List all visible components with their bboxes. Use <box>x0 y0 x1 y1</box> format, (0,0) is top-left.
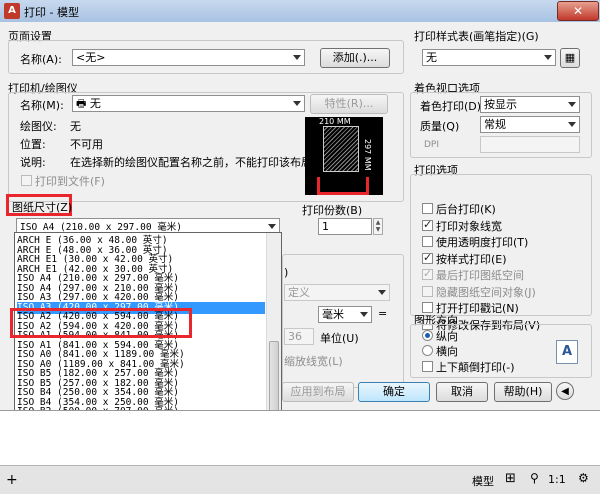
settings-icon[interactable]: ⚙ <box>578 471 589 485</box>
chevron-down-icon <box>544 55 552 60</box>
apply-to-layout-button[interactable]: 应用到布局 <box>282 382 354 402</box>
description-label: 说明: <box>20 156 46 169</box>
chevron-down-icon <box>268 224 276 229</box>
quality-value: 常规 <box>484 118 506 131</box>
scale-unit-label: 单位(U) <box>320 332 359 345</box>
shade-plot-value: 按显示 <box>484 98 517 111</box>
chevron-down-icon <box>568 102 576 107</box>
scale-equals: = <box>378 307 388 320</box>
style-table-title: 打印样式表(画笔指定)(G) <box>414 30 539 43</box>
landscape-radio[interactable] <box>422 345 433 356</box>
plot-option-checkbox[interactable] <box>422 251 433 264</box>
annotation-scale-icon[interactable]: ⚲ <box>530 471 539 485</box>
plot-option-checkbox[interactable] <box>422 218 433 231</box>
title-bar: A 打印 - 模型 ✕ <box>0 0 600 23</box>
portrait-radio[interactable] <box>422 330 433 341</box>
location-value: 不可用 <box>70 138 103 151</box>
printer-name-label: 名称(M): <box>20 99 64 112</box>
plus-icon[interactable]: + <box>6 472 18 488</box>
upside-down-label: 上下颠倒打印(-) <box>436 361 515 374</box>
plot-option-checkbox[interactable] <box>422 267 433 280</box>
plot-option-label: 后台打印(K) <box>436 203 496 216</box>
shade-plot-select[interactable]: 按显示 <box>480 96 580 113</box>
chevron-down-icon <box>378 290 386 295</box>
paper-size-label: 图纸尺寸(Z) <box>12 201 73 214</box>
grid-icon[interactable]: ⊞ <box>505 471 516 486</box>
plot-option-checkbox[interactable] <box>422 203 433 214</box>
copies-spinner[interactable]: ▲ ▼ <box>373 218 383 235</box>
scale-select[interactable]: 定义 <box>284 284 390 301</box>
chevron-down-icon <box>568 122 576 127</box>
plot-option-label: 打印对象线宽 <box>436 219 502 233</box>
edit-table-icon: ▦ <box>564 51 576 64</box>
printer-properties-button[interactable]: 特性(R)... <box>310 94 388 114</box>
plot-option-label: 使用透明度打印(T) <box>436 236 529 249</box>
dpi-label: DPI <box>424 140 440 150</box>
print-dialog: 页面设置 名称(A): <无> 添加(.)... 打印机/绘图仪 名称(M): … <box>0 22 600 493</box>
printer-name-value: 无 <box>89 97 101 110</box>
description-value: 在选择新的绘图仪配置名称之前，不能打印该布局。 <box>70 156 323 169</box>
upside-down-checkbox[interactable] <box>422 361 433 372</box>
page-setup-name-value: <无> <box>76 51 106 64</box>
scale-lineweight-label: 缩放线宽(L) <box>284 355 343 368</box>
paper-preview-sheet <box>323 126 359 172</box>
window-title: 打印 - 模型 <box>24 6 79 19</box>
plot-option-checkbox[interactable] <box>422 236 433 247</box>
preview-highlight <box>317 177 369 195</box>
style-table-select[interactable]: 无 <box>422 49 556 66</box>
plot-option-label: 按样式打印(E) <box>436 252 507 266</box>
plotter-value: 无 <box>70 120 81 133</box>
iso-a3-highlight <box>10 308 192 338</box>
page-setup-name-label: 名称(A): <box>20 53 62 66</box>
scale-unit-input[interactable]: 36 <box>284 328 314 345</box>
autocad-app-icon: A <box>4 3 20 19</box>
quality-select[interactable]: 常规 <box>480 116 580 133</box>
chevron-down-icon <box>293 55 301 60</box>
help-button[interactable]: 帮助(H) <box>494 382 552 402</box>
shade-plot-label: 着色打印(D) <box>420 100 482 113</box>
cancel-button[interactable]: 取消 <box>436 382 488 402</box>
plot-option-checkbox[interactable] <box>422 285 433 297</box>
preview-height-label: 297 MM <box>363 139 372 171</box>
chevron-down-icon <box>360 312 368 317</box>
dpi-input[interactable] <box>480 136 580 153</box>
plotter-label: 绘图仪: <box>20 120 57 133</box>
annotation-scale-value[interactable]: 1:1 <box>548 473 566 486</box>
print-to-file-label: 打印到文件(F) <box>35 175 105 188</box>
scale-units-select[interactable]: 毫米 <box>318 306 372 323</box>
copies-label: 打印份数(B) <box>302 204 363 217</box>
scale-units-value: 毫米 <box>322 308 344 321</box>
quality-label: 质量(Q) <box>420 120 460 133</box>
plot-option-label: 最后打印图纸空间 <box>436 269 524 282</box>
portrait-label: 纵向 <box>436 330 458 343</box>
printer-name-select[interactable]: 🖶 无 <box>72 95 305 112</box>
close-button[interactable]: ✕ <box>557 1 599 21</box>
ok-button[interactable]: 确定 <box>358 382 430 402</box>
landscape-label: 横向 <box>436 345 458 358</box>
chevron-left-icon: ◀ <box>561 386 569 397</box>
model-tab[interactable]: 模型 <box>472 473 494 489</box>
chevron-down-icon <box>293 101 301 106</box>
scale-unit-value: 36 <box>288 330 302 343</box>
page-setup-name-select[interactable]: <无> <box>72 49 305 66</box>
plot-option-label: 隐藏图纸空间对象(J) <box>436 285 536 299</box>
drawing-area[interactable] <box>0 410 600 466</box>
paper-preview: 210 MM 297 MM <box>305 117 383 195</box>
edit-style-table-button[interactable]: ▦ <box>560 48 580 68</box>
copies-value: 1 <box>322 220 329 233</box>
print-to-file-checkbox[interactable] <box>21 175 32 186</box>
add-page-setup-button[interactable]: 添加(.)... <box>320 48 390 68</box>
style-table-value: 无 <box>426 51 437 64</box>
scale-group-title: ) <box>284 266 289 279</box>
copies-input[interactable]: 1 <box>318 218 372 235</box>
collapse-options-button[interactable]: ◀ <box>556 382 574 400</box>
location-label: 位置: <box>20 138 46 151</box>
printer-icon: 🖶 <box>76 97 90 110</box>
preview-width-label: 210 MM <box>319 117 351 126</box>
status-bar: + 模型 ⊞ ⚲ 1:1 ⚙ <box>0 465 600 494</box>
scale-mode-value: 定义 <box>288 286 310 299</box>
orientation-preview-icon: A <box>556 340 578 364</box>
